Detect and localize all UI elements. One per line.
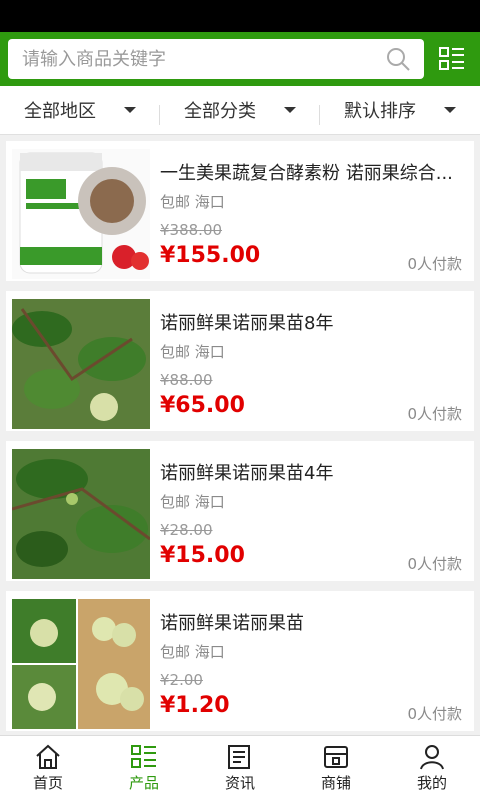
product-title: 诺丽鲜果诺丽果苗4年 bbox=[160, 463, 334, 484]
product-image bbox=[12, 449, 150, 579]
product-paid-count: 0人付款 bbox=[407, 705, 462, 723]
search-input[interactable] bbox=[20, 47, 384, 71]
product-price: ¥155.00 bbox=[160, 243, 261, 268]
filter-label: 全部分类 bbox=[184, 101, 256, 122]
product-meta: 包邮 海口 bbox=[160, 343, 225, 361]
product-price: ¥1.20 bbox=[160, 693, 230, 718]
nav-me[interactable]: 我的 bbox=[384, 736, 480, 800]
news-icon bbox=[228, 744, 250, 769]
product-paid-count: 0人付款 bbox=[407, 405, 462, 423]
product-image bbox=[12, 149, 150, 279]
filter-bar: 全部地区 全部分类 默认排序 bbox=[0, 86, 480, 135]
product-title: 一生美果蔬复合酵素粉 诺丽果综合... bbox=[160, 163, 453, 184]
caret-down-icon bbox=[124, 107, 136, 113]
nav-label: 我的 bbox=[416, 773, 447, 792]
nav-news[interactable]: 资讯 bbox=[192, 736, 288, 800]
product-paid-count: 0人付款 bbox=[407, 255, 462, 273]
product-price: ¥65.00 bbox=[160, 393, 245, 418]
product-title: 诺丽鲜果诺丽果苗 bbox=[160, 613, 304, 634]
bottom-nav: 首页 产品 资讯 商铺 我的 bbox=[0, 735, 480, 800]
product-meta: 包邮 海口 bbox=[160, 493, 225, 511]
product-list: 一生美果蔬复合酵素粉 诺丽果综合... 包邮 海口 ¥388.00 ¥155.0… bbox=[0, 135, 480, 731]
product-price: ¥15.00 bbox=[160, 543, 245, 568]
search-icon[interactable] bbox=[384, 45, 412, 73]
product-image bbox=[12, 299, 150, 429]
product-old-price: ¥2.00 bbox=[160, 671, 203, 689]
product-paid-count: 0人付款 bbox=[407, 555, 462, 573]
filter-category[interactable]: 全部分类 bbox=[160, 97, 320, 125]
product-title: 诺丽鲜果诺丽果苗8年 bbox=[160, 313, 334, 334]
filter-region[interactable]: 全部地区 bbox=[0, 97, 160, 125]
product-old-price: ¥28.00 bbox=[160, 521, 213, 539]
product-image bbox=[12, 599, 150, 729]
product-card[interactable]: 诺丽鲜果诺丽果苗8年 包邮 海口 ¥88.00 ¥65.00 0人付款 bbox=[6, 291, 474, 431]
product-meta: 包邮 海口 bbox=[160, 193, 225, 211]
nav-shop[interactable]: 商铺 bbox=[288, 736, 384, 800]
user-icon bbox=[420, 744, 444, 769]
nav-products[interactable]: 产品 bbox=[96, 736, 192, 800]
shop-icon bbox=[324, 745, 348, 768]
category-menu-icon[interactable] bbox=[432, 39, 472, 79]
nav-home[interactable]: 首页 bbox=[0, 736, 96, 800]
product-card[interactable]: 诺丽鲜果诺丽果苗 包邮 海口 ¥2.00 ¥1.20 0人付款 bbox=[6, 591, 474, 731]
nav-label: 产品 bbox=[128, 773, 159, 792]
search-box[interactable] bbox=[8, 39, 424, 79]
product-list-icon bbox=[131, 744, 156, 768]
filter-sort[interactable]: 默认排序 bbox=[320, 97, 480, 123]
product-old-price: ¥88.00 bbox=[160, 371, 213, 389]
product-old-price: ¥388.00 bbox=[160, 221, 223, 239]
home-icon bbox=[36, 744, 60, 769]
product-meta: 包邮 海口 bbox=[160, 643, 225, 661]
caret-down-icon bbox=[284, 107, 296, 113]
header bbox=[0, 32, 480, 86]
caret-down-icon bbox=[444, 107, 456, 113]
filter-label: 默认排序 bbox=[344, 101, 416, 122]
nav-label: 资讯 bbox=[224, 773, 255, 792]
filter-label: 全部地区 bbox=[24, 101, 96, 122]
status-bar bbox=[0, 0, 480, 32]
product-card[interactable]: 诺丽鲜果诺丽果苗4年 包邮 海口 ¥28.00 ¥15.00 0人付款 bbox=[6, 441, 474, 581]
nav-label: 首页 bbox=[32, 773, 63, 792]
product-card[interactable]: 一生美果蔬复合酵素粉 诺丽果综合... 包邮 海口 ¥388.00 ¥155.0… bbox=[6, 141, 474, 281]
nav-label: 商铺 bbox=[320, 773, 351, 792]
